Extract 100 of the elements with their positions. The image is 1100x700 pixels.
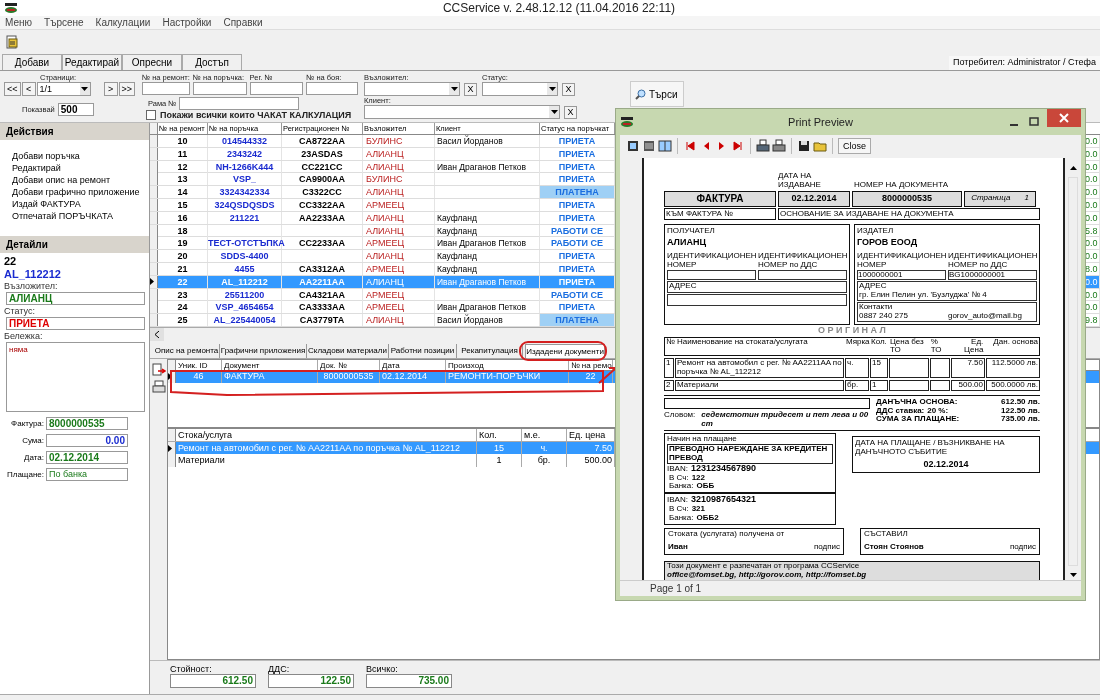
- table-cell: Ремонт на автомобил с рег. № AA2211AA по поръчка № AL_112212: [176, 441, 477, 455]
- field-label: Начин на плащане: [667, 435, 738, 445]
- total-label: Всичко:: [366, 664, 399, 674]
- field-label: Банка:: [669, 513, 694, 523]
- column-header: Цена без ТО: [888, 337, 925, 356]
- panel-header: Детайли: [0, 236, 149, 253]
- table-cell: АРМЕЕЦ: [363, 262, 435, 275]
- field-label: Сума:: [21, 435, 44, 445]
- table-cell: 324QSDQSDS: [208, 199, 282, 211]
- table-cell: CA4321AA: [282, 288, 363, 301]
- table-cell: 20: [158, 250, 208, 263]
- table-cell: 211221: [208, 211, 282, 224]
- repair-number: 22: [4, 255, 18, 267]
- table-cell: бр.: [845, 379, 869, 391]
- column-header: Мярка: [844, 337, 869, 348]
- vat-field: BG1000000001: [948, 269, 1037, 281]
- sum-value: 612.50 лв.: [1001, 397, 1040, 407]
- table-cell: CA3333AA: [282, 301, 363, 314]
- table-cell: C3322CC: [282, 186, 363, 199]
- column-header: Дан. основа: [992, 337, 1039, 348]
- basis-field: ОСНОВАНИЕ ЗА ИЗДАВАНЕ НА ДОКУМЕНТА: [778, 207, 1040, 221]
- signer-name: Стоян Стоянов: [864, 543, 924, 553]
- table-cell: CA3312AA: [282, 262, 363, 275]
- iban-label: IBAN:: [667, 464, 688, 474]
- table-cell: AL_112212: [208, 275, 282, 288]
- reference-field: КЪМ ФАКТУРА №: [664, 207, 776, 221]
- table-cell: 1: [477, 454, 522, 467]
- table-cell: CC221CC: [282, 160, 363, 173]
- table-cell: АЛИАНЦ: [363, 275, 435, 288]
- table-cell: БУЛИНС: [363, 135, 435, 147]
- panel-header: Действия: [0, 123, 149, 140]
- table-cell: АРМЕЕЦ: [363, 301, 435, 314]
- table-cell: CA8722AA: [282, 135, 363, 147]
- payment-date: 02.12.2014: [923, 459, 969, 470]
- table-cell: Кауфланд: [435, 224, 540, 237]
- party-label: ПОЛУЧАТЕЛ: [667, 227, 716, 237]
- address: гр. Елин Пелин ул. 'Бузлуджа' № 4: [859, 291, 988, 301]
- status-label: Статус:: [4, 306, 36, 316]
- bank-name: ОББ2: [696, 513, 719, 523]
- value-field: 02.12.2014: [46, 450, 128, 464]
- field-label: АДРЕС: [669, 281, 698, 291]
- table-cell: БУЛИНС: [363, 173, 435, 186]
- footer-links: office@fomset.bg, http://gorov.com, http://fomset.bg: [667, 571, 867, 580]
- note-label: Бележка:: [4, 331, 44, 341]
- field-label: Плащане:: [6, 469, 44, 479]
- table-cell: Васил Йорданов: [435, 135, 540, 147]
- bank-name: ОББ: [696, 482, 715, 492]
- table-cell: АРМЕЕЦ: [363, 199, 435, 211]
- column-header: Ед. Цена: [963, 337, 985, 356]
- table-cell: 2343242: [208, 147, 282, 160]
- table-cell: АРМЕЕЦ: [363, 288, 435, 301]
- field-label: В Сч:: [669, 473, 689, 483]
- table-cell: 15: [477, 441, 522, 455]
- iban-label: IBAN:: [667, 496, 688, 505]
- table-cell: ПЛАТЕНА: [540, 186, 615, 199]
- table-cell: 500.0000 лв.: [986, 379, 1040, 391]
- iban: 1231234567890: [690, 463, 756, 474]
- party-label: ИЗДАТЕЛ: [857, 227, 895, 237]
- table-cell: Иван Драганов Петков: [435, 160, 540, 173]
- table-cell: Кауфланд: [435, 211, 540, 224]
- table-cell: SDDS-4400: [208, 250, 282, 263]
- table-cell: VSP_: [208, 173, 282, 186]
- table-cell: 12: [158, 160, 208, 173]
- amount-in-words: седемстотин тридесет и пет лева и 00 ст: [701, 410, 870, 429]
- window-title: Print Preview: [787, 116, 854, 128]
- table-cell: АЛИАНЦ: [363, 147, 435, 160]
- table-cell: 014544332: [208, 135, 282, 147]
- field-label: Банка:: [669, 482, 694, 492]
- column-header: Кол.: [870, 337, 888, 348]
- table-cell: 18: [158, 224, 208, 237]
- table-cell: 24: [158, 301, 208, 314]
- column-header: №: [665, 337, 675, 348]
- table-cell: NH-1266K444: [208, 160, 282, 173]
- signature-label: подпис: [1009, 543, 1036, 553]
- payment-method: ПРЕВОДНО НАРЕЖДАНЕ ЗА КРЕДИТЕН ПРЕВОД: [667, 444, 833, 464]
- value-field: 0.00: [46, 433, 128, 447]
- total-label: Стойност:: [170, 664, 213, 674]
- table-cell: ФАКТУРА: [222, 370, 318, 383]
- status-field: ПРИЕТА: [6, 317, 145, 330]
- signer-name: Иван: [668, 543, 688, 553]
- table-cell: 8000000535: [318, 370, 380, 383]
- table-cell: CA9900AA: [282, 173, 363, 186]
- copy-mark: О Р И Г И Н А Л: [818, 325, 886, 336]
- table-cell: 25: [158, 314, 208, 327]
- table-cell: 14: [158, 186, 208, 199]
- table-cell: AA2233AA: [282, 211, 363, 224]
- sum-label: ДДС ставка:: [876, 406, 925, 415]
- document-number: 8000000535: [852, 190, 962, 207]
- table-cell: АЛИАНЦ: [363, 314, 435, 327]
- sum-label: ДАНЪЧНА ОСНОВА:: [876, 397, 958, 406]
- table-cell: 10: [158, 135, 208, 147]
- column-header: Наименование на стоката/услугата: [676, 337, 809, 348]
- field-label: АДРЕС: [859, 282, 888, 292]
- table-cell: 1: [870, 379, 888, 391]
- total-field: 122.50: [268, 674, 354, 688]
- assignor-label: Възложител:: [4, 281, 59, 291]
- table-cell: 13: [158, 173, 208, 186]
- page-number: 1: [1024, 194, 1029, 203]
- email: gorov_auto@mail.bg: [947, 311, 1022, 321]
- signature-label: подпис: [813, 543, 840, 553]
